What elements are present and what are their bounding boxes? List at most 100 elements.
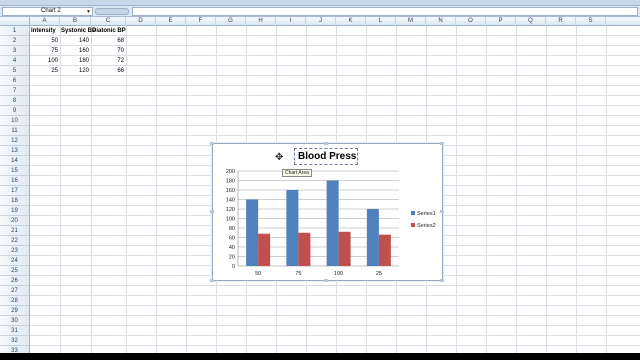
y-tick-label: 140 [226, 198, 235, 204]
row-header[interactable]: 5 [0, 66, 30, 76]
column-header[interactable]: O [456, 17, 486, 26]
column-header[interactable]: P [486, 17, 516, 26]
row-header[interactable]: 4 [0, 56, 30, 66]
table-cell[interactable]: 50 [30, 36, 58, 46]
table-cell[interactable]: 120 [60, 66, 89, 76]
y-tick-label: 40 [229, 245, 235, 251]
column-header[interactable]: I [276, 17, 306, 26]
column-header[interactable]: D [126, 17, 156, 26]
legend-label: Series2 [417, 223, 436, 229]
column-header[interactable]: F [186, 17, 216, 26]
column-header[interactable]: K [336, 17, 366, 26]
column-header[interactable]: A [30, 17, 60, 26]
row-header[interactable]: 17 [0, 186, 30, 196]
row-header[interactable]: 11 [0, 126, 30, 136]
row-header[interactable]: 13 [0, 146, 30, 156]
row-header[interactable]: 20 [0, 216, 30, 226]
row-header[interactable]: 23 [0, 246, 30, 256]
row-header[interactable]: 30 [0, 316, 30, 326]
letterbox-bar [0, 353, 640, 360]
table-header-cell[interactable]: Systonic BP [61, 26, 96, 36]
row-header[interactable]: 15 [0, 166, 30, 176]
row-header[interactable]: 29 [0, 306, 30, 316]
row-header[interactable]: 10 [0, 116, 30, 126]
row-header[interactable]: 26 [0, 276, 30, 286]
row-header[interactable]: 22 [0, 236, 30, 246]
bar[interactable] [298, 232, 311, 266]
column-header[interactable]: R [546, 17, 576, 26]
table-cell[interactable]: 180 [60, 56, 89, 66]
column-header[interactable]: E [156, 17, 186, 26]
bar[interactable] [326, 180, 339, 267]
grid-line [30, 85, 640, 86]
column-header[interactable]: L [366, 17, 396, 26]
select-all-corner[interactable] [0, 17, 30, 26]
table-cell[interactable]: 75 [30, 46, 58, 56]
row-header[interactable]: 16 [0, 176, 30, 186]
column-header[interactable]: Q [516, 17, 546, 26]
row-header[interactable]: 8 [0, 96, 30, 106]
column-header[interactable]: M [396, 17, 426, 26]
column-header[interactable]: G [216, 17, 246, 26]
table-cell[interactable]: 160 [60, 46, 89, 56]
column-header[interactable]: N [426, 17, 456, 26]
column-header[interactable]: S [576, 17, 606, 26]
name-box[interactable]: Chart 2 ▼ [2, 7, 93, 16]
row-header[interactable]: 1 [0, 26, 30, 36]
insert-function-button[interactable] [95, 8, 129, 15]
row-header[interactable]: 32 [0, 336, 30, 346]
row-header[interactable]: 31 [0, 326, 30, 336]
table-cell[interactable]: 68 [91, 36, 124, 46]
table-cell[interactable]: 66 [91, 66, 124, 76]
table-cell[interactable]: 70 [91, 46, 124, 56]
table-cell[interactable]: 100 [30, 56, 58, 66]
x-tick-label: 25 [376, 271, 382, 277]
table-header-cell[interactable]: Diatonic BP [92, 26, 126, 36]
grid-line [30, 105, 640, 106]
y-tick-label: 100 [226, 217, 235, 223]
y-tick-label: 120 [226, 207, 235, 213]
row-header[interactable]: 6 [0, 76, 30, 86]
table-cell[interactable]: 72 [91, 56, 124, 66]
row-header[interactable]: 7 [0, 86, 30, 96]
x-tick-label: 50 [255, 271, 261, 277]
row-header[interactable]: 3 [0, 46, 30, 56]
grid-line [156, 26, 157, 360]
grid-line [30, 345, 640, 346]
chart-title[interactable]: Blood Pressu [294, 148, 358, 165]
row-header[interactable]: 2 [0, 36, 30, 46]
column-header[interactable]: H [246, 17, 276, 26]
grid-line [486, 26, 487, 360]
table-cell[interactable]: 25 [30, 66, 58, 76]
bar[interactable] [258, 233, 271, 266]
column-header[interactable]: J [306, 17, 336, 26]
bar[interactable] [338, 231, 351, 266]
row-header[interactable]: 25 [0, 266, 30, 276]
bar[interactable] [378, 234, 391, 266]
column-header[interactable]: C [91, 17, 126, 26]
bar[interactable] [366, 209, 379, 266]
x-tick-label: 75 [295, 271, 301, 277]
bar[interactable] [286, 190, 299, 266]
chevron-down-icon[interactable]: ▼ [86, 9, 91, 16]
row-header[interactable]: 27 [0, 286, 30, 296]
formula-input[interactable] [132, 7, 638, 16]
row-header[interactable]: 19 [0, 206, 30, 216]
row-header[interactable]: 14 [0, 156, 30, 166]
grid-line [576, 26, 577, 360]
y-tick-label: 20 [229, 255, 235, 261]
legend-swatch [411, 223, 415, 227]
row-header[interactable]: 24 [0, 256, 30, 266]
grid-line [546, 26, 547, 360]
row-header[interactable]: 12 [0, 136, 30, 146]
row-header[interactable]: 21 [0, 226, 30, 236]
y-tick-label: 180 [226, 179, 235, 185]
row-header[interactable]: 28 [0, 296, 30, 306]
column-header[interactable]: B [60, 17, 91, 26]
table-header-cell[interactable]: Intensity [31, 26, 56, 36]
row-header[interactable]: 9 [0, 106, 30, 116]
row-header[interactable]: 18 [0, 196, 30, 206]
bar[interactable] [246, 199, 259, 267]
table-cell[interactable]: 140 [60, 36, 89, 46]
move-cursor-icon: ✥ [275, 152, 284, 163]
